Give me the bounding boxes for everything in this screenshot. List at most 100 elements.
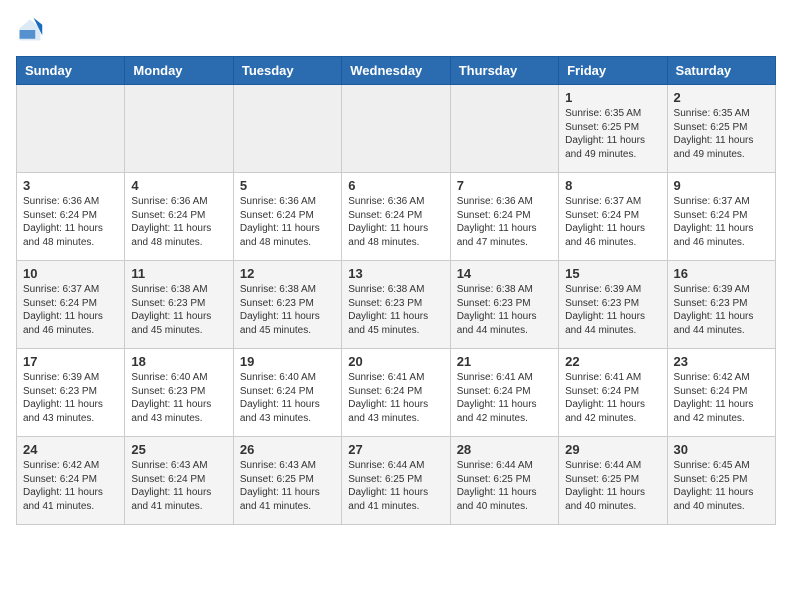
day-info: Sunrise: 6:37 AM Sunset: 6:24 PM Dayligh… bbox=[565, 195, 660, 249]
day-number: 24 bbox=[23, 442, 118, 457]
day-info: Sunrise: 6:41 AM Sunset: 6:24 PM Dayligh… bbox=[457, 371, 552, 425]
day-info: Sunrise: 6:35 AM Sunset: 6:25 PM Dayligh… bbox=[674, 107, 769, 161]
day-info: Sunrise: 6:38 AM Sunset: 6:23 PM Dayligh… bbox=[457, 283, 552, 337]
calendar-cell: 15 Sunrise: 6:39 AM Sunset: 6:23 PM Dayli… bbox=[559, 261, 667, 349]
day-info: Sunrise: 6:38 AM Sunset: 6:23 PM Dayligh… bbox=[131, 283, 226, 337]
calendar-cell bbox=[17, 85, 125, 173]
day-info: Sunrise: 6:44 AM Sunset: 6:25 PM Dayligh… bbox=[565, 459, 660, 513]
day-number: 23 bbox=[674, 354, 769, 369]
day-number: 27 bbox=[348, 442, 443, 457]
calendar-cell: 18 Sunrise: 6:40 AM Sunset: 6:23 PM Dayli… bbox=[125, 349, 233, 437]
day-number: 21 bbox=[457, 354, 552, 369]
logo-icon bbox=[16, 16, 44, 44]
day-number: 13 bbox=[348, 266, 443, 281]
calendar-cell: 12Sunrise: 6:38 AM Sunset: 6:23 PM Dayli… bbox=[233, 261, 341, 349]
calendar-header-row: SundayMondayTuesdayWednesdayThursdayFrid… bbox=[17, 57, 776, 85]
calendar-week-row: 24 Sunrise: 6:42 AM Sunset: 6:24 PM Dayli… bbox=[17, 437, 776, 525]
day-info: Sunrise: 6:36 AM Sunset: 6:24 PM Dayligh… bbox=[348, 195, 443, 249]
calendar-cell: 5 Sunrise: 6:36 AM Sunset: 6:24 PM Daylig… bbox=[233, 173, 341, 261]
day-info: Sunrise: 6:38 AM Sunset: 6:23 PM Dayligh… bbox=[348, 283, 443, 337]
column-header-thursday: Thursday bbox=[450, 57, 558, 85]
calendar-cell: 14 Sunrise: 6:38 AM Sunset: 6:23 PM Dayli… bbox=[450, 261, 558, 349]
day-number: 11 bbox=[131, 266, 226, 281]
day-info: Sunrise: 6:37 AM Sunset: 6:24 PM Dayligh… bbox=[23, 283, 118, 337]
day-info: Sunrise: 6:37 AM Sunset: 6:24 PM Dayligh… bbox=[674, 195, 769, 249]
column-header-sunday: Sunday bbox=[17, 57, 125, 85]
calendar-week-row: 1 Sunrise: 6:35 AM Sunset: 6:25 PM Daylig… bbox=[17, 85, 776, 173]
day-info: Sunrise: 6:35 AM Sunset: 6:25 PM Dayligh… bbox=[565, 107, 660, 161]
day-info: Sunrise: 6:36 AM Sunset: 6:24 PM Dayligh… bbox=[23, 195, 118, 249]
calendar-cell: 7 Sunrise: 6:36 AM Sunset: 6:24 PM Daylig… bbox=[450, 173, 558, 261]
day-number: 17 bbox=[23, 354, 118, 369]
day-info: Sunrise: 6:40 AM Sunset: 6:24 PM Dayligh… bbox=[240, 371, 335, 425]
day-number: 7 bbox=[457, 178, 552, 193]
calendar-cell: 11 Sunrise: 6:38 AM Sunset: 6:23 PM Dayli… bbox=[125, 261, 233, 349]
column-header-monday: Monday bbox=[125, 57, 233, 85]
calendar-cell: 27 Sunrise: 6:44 AM Sunset: 6:25 PM Dayli… bbox=[342, 437, 450, 525]
calendar-cell: 21 Sunrise: 6:41 AM Sunset: 6:24 PM Dayli… bbox=[450, 349, 558, 437]
day-info: Sunrise: 6:39 AM Sunset: 6:23 PM Dayligh… bbox=[565, 283, 660, 337]
column-header-wednesday: Wednesday bbox=[342, 57, 450, 85]
logo bbox=[16, 16, 48, 44]
day-number: 6 bbox=[348, 178, 443, 193]
day-info: Sunrise: 6:39 AM Sunset: 6:23 PM Dayligh… bbox=[674, 283, 769, 337]
day-number: 1 bbox=[565, 90, 660, 105]
calendar-cell: 13 Sunrise: 6:38 AM Sunset: 6:23 PM Dayli… bbox=[342, 261, 450, 349]
day-info: Sunrise: 6:40 AM Sunset: 6:23 PM Dayligh… bbox=[131, 371, 226, 425]
day-info: Sunrise: 6:44 AM Sunset: 6:25 PM Dayligh… bbox=[348, 459, 443, 513]
calendar-cell: 28 Sunrise: 6:44 AM Sunset: 6:25 PM Dayli… bbox=[450, 437, 558, 525]
calendar-cell: 4 Sunrise: 6:36 AM Sunset: 6:24 PM Daylig… bbox=[125, 173, 233, 261]
calendar-cell: 22 Sunrise: 6:41 AM Sunset: 6:24 PM Dayli… bbox=[559, 349, 667, 437]
column-header-friday: Friday bbox=[559, 57, 667, 85]
calendar-cell: 29 Sunrise: 6:44 AM Sunset: 6:25 PM Dayli… bbox=[559, 437, 667, 525]
calendar-cell bbox=[450, 85, 558, 173]
calendar-cell: 24 Sunrise: 6:42 AM Sunset: 6:24 PM Dayli… bbox=[17, 437, 125, 525]
day-number: 9 bbox=[674, 178, 769, 193]
calendar-cell: 17 Sunrise: 6:39 AM Sunset: 6:23 PM Dayli… bbox=[17, 349, 125, 437]
calendar-cell: 3Sunrise: 6:36 AM Sunset: 6:24 PM Daylig… bbox=[17, 173, 125, 261]
day-info: Sunrise: 6:44 AM Sunset: 6:25 PM Dayligh… bbox=[457, 459, 552, 513]
calendar-cell: 25 Sunrise: 6:43 AM Sunset: 6:24 PM Dayli… bbox=[125, 437, 233, 525]
day-number: 26 bbox=[240, 442, 335, 457]
calendar-cell: 20 Sunrise: 6:41 AM Sunset: 6:24 PM Dayli… bbox=[342, 349, 450, 437]
day-info: Sunrise: 6:43 AM Sunset: 6:24 PM Dayligh… bbox=[131, 459, 226, 513]
calendar-cell: 10Sunrise: 6:37 AM Sunset: 6:24 PM Dayli… bbox=[17, 261, 125, 349]
calendar-cell: 16 Sunrise: 6:39 AM Sunset: 6:23 PM Dayli… bbox=[667, 261, 775, 349]
day-number: 28 bbox=[457, 442, 552, 457]
day-number: 12 bbox=[240, 266, 335, 281]
day-number: 29 bbox=[565, 442, 660, 457]
calendar-cell: 2 Sunrise: 6:35 AM Sunset: 6:25 PM Daylig… bbox=[667, 85, 775, 173]
calendar-cell: 8Sunrise: 6:37 AM Sunset: 6:24 PM Daylig… bbox=[559, 173, 667, 261]
page-header bbox=[16, 16, 776, 44]
day-number: 22 bbox=[565, 354, 660, 369]
calendar-cell: 26Sunrise: 6:43 AM Sunset: 6:25 PM Dayli… bbox=[233, 437, 341, 525]
day-info: Sunrise: 6:36 AM Sunset: 6:24 PM Dayligh… bbox=[240, 195, 335, 249]
calendar-cell bbox=[342, 85, 450, 173]
day-number: 25 bbox=[131, 442, 226, 457]
day-number: 14 bbox=[457, 266, 552, 281]
day-info: Sunrise: 6:39 AM Sunset: 6:23 PM Dayligh… bbox=[23, 371, 118, 425]
day-info: Sunrise: 6:41 AM Sunset: 6:24 PM Dayligh… bbox=[565, 371, 660, 425]
calendar-cell bbox=[233, 85, 341, 173]
day-number: 2 bbox=[674, 90, 769, 105]
day-number: 20 bbox=[348, 354, 443, 369]
calendar-cell: 6 Sunrise: 6:36 AM Sunset: 6:24 PM Daylig… bbox=[342, 173, 450, 261]
calendar-week-row: 10Sunrise: 6:37 AM Sunset: 6:24 PM Dayli… bbox=[17, 261, 776, 349]
day-info: Sunrise: 6:36 AM Sunset: 6:24 PM Dayligh… bbox=[457, 195, 552, 249]
day-info: Sunrise: 6:45 AM Sunset: 6:25 PM Dayligh… bbox=[674, 459, 769, 513]
calendar-cell: 9 Sunrise: 6:37 AM Sunset: 6:24 PM Daylig… bbox=[667, 173, 775, 261]
day-number: 16 bbox=[674, 266, 769, 281]
day-number: 4 bbox=[131, 178, 226, 193]
day-info: Sunrise: 6:42 AM Sunset: 6:24 PM Dayligh… bbox=[23, 459, 118, 513]
day-info: Sunrise: 6:36 AM Sunset: 6:24 PM Dayligh… bbox=[131, 195, 226, 249]
calendar-week-row: 17 Sunrise: 6:39 AM Sunset: 6:23 PM Dayli… bbox=[17, 349, 776, 437]
day-number: 15 bbox=[565, 266, 660, 281]
calendar-cell: 30Sunrise: 6:45 AM Sunset: 6:25 PM Dayli… bbox=[667, 437, 775, 525]
calendar-table: SundayMondayTuesdayWednesdayThursdayFrid… bbox=[16, 56, 776, 525]
calendar-cell bbox=[125, 85, 233, 173]
day-number: 18 bbox=[131, 354, 226, 369]
day-number: 5 bbox=[240, 178, 335, 193]
calendar-cell: 23Sunrise: 6:42 AM Sunset: 6:24 PM Dayli… bbox=[667, 349, 775, 437]
column-header-saturday: Saturday bbox=[667, 57, 775, 85]
day-info: Sunrise: 6:41 AM Sunset: 6:24 PM Dayligh… bbox=[348, 371, 443, 425]
